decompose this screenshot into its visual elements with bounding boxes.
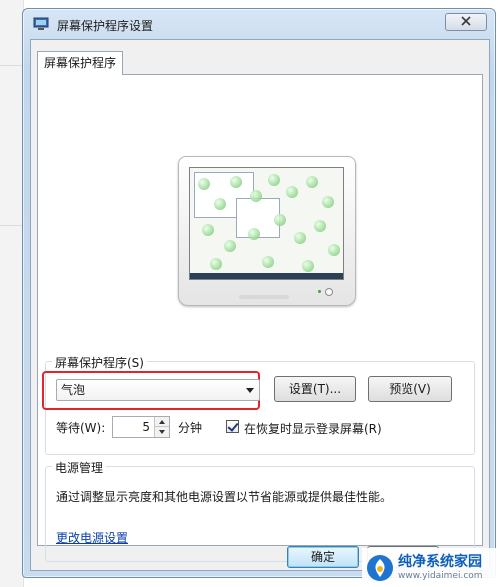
screensaver-select[interactable]: 气泡 [56, 379, 260, 401]
dialog-client-area: 屏幕保护程序 屏幕保护程序(S) 气泡 设置(T)... 预览(V) 等待(W)… [30, 39, 490, 571]
background-divider [0, 225, 24, 226]
power-group-title: 电源管理 [52, 459, 107, 476]
site-logo-icon [366, 554, 394, 582]
ok-button[interactable]: 确定 [287, 546, 359, 568]
tab-screensaver[interactable]: 屏幕保护程序 [37, 51, 124, 75]
watermark-title: 纯净系统家园 [398, 553, 482, 570]
bubble [322, 196, 334, 208]
monitor-preview [178, 156, 356, 306]
bubble [198, 178, 210, 190]
bubble [306, 176, 318, 188]
wait-label: 等待(W): [56, 421, 106, 435]
background-divider [0, 65, 24, 66]
close-button[interactable] [445, 13, 487, 31]
title-bar[interactable]: 屏幕保护程序设置 [23, 9, 495, 39]
settings-button[interactable]: 设置(T)... [274, 376, 356, 402]
arrow-down-icon [159, 430, 165, 434]
monitor-stand [239, 295, 289, 299]
stepper-buttons [154, 417, 169, 437]
bubble [294, 232, 306, 244]
power-button-icon [325, 288, 333, 296]
change-power-settings-link[interactable]: 更改电源设置 [56, 529, 128, 546]
stepper-up-button[interactable] [155, 417, 169, 427]
power-description: 通过调整显示亮度和其他电源设置以节省能源或提供最佳性能。 [56, 490, 393, 504]
bubble [224, 240, 236, 252]
bubble [214, 198, 226, 210]
arrow-up-icon [159, 419, 165, 424]
watermark-url: www.yidaimei.com [398, 570, 483, 581]
bubble [274, 214, 286, 226]
chevron-down-icon [246, 388, 254, 393]
screensaver-settings-dialog: 屏幕保护程序设置 屏幕保护程序 屏幕保护程序(S) 气泡 设置(T)... 预览… [22, 8, 496, 578]
bubble [230, 176, 242, 188]
power-led-icon [318, 290, 321, 293]
bubble [210, 258, 222, 270]
preview-taskbar [190, 273, 343, 279]
bubble [268, 174, 280, 186]
preview-screen [189, 167, 344, 280]
display-settings-icon [33, 17, 49, 31]
screensaver-selected-value: 气泡 [61, 383, 86, 397]
wait-stepper[interactable]: 5 [112, 416, 170, 438]
bubble [314, 220, 326, 232]
background-page [0, 0, 24, 587]
preview-button[interactable]: 预览(V) [368, 376, 452, 402]
bubble [328, 244, 340, 256]
bubble [248, 228, 260, 240]
tab-panel: 屏幕保护程序(S) 气泡 设置(T)... 预览(V) 等待(W): 5 分钟 [37, 74, 483, 562]
bubble [302, 260, 314, 272]
screensaver-group-title: 屏幕保护程序(S) [52, 354, 147, 371]
wait-unit: 分钟 [178, 421, 203, 435]
resume-logon-checkbox[interactable] [226, 420, 239, 433]
bubble [202, 224, 214, 236]
bubble [262, 256, 274, 268]
close-icon [461, 15, 471, 29]
stepper-down-button[interactable] [155, 427, 169, 437]
wait-value[interactable]: 5 [142, 420, 150, 434]
screensaver-group: 屏幕保护程序(S) 气泡 设置(T)... 预览(V) 等待(W): 5 分钟 [42, 354, 475, 455]
window-title: 屏幕保护程序设置 [57, 19, 154, 33]
resume-logon-label[interactable]: 在恢复时显示登录屏幕(R) [244, 420, 382, 437]
bubble [286, 186, 298, 198]
bubble [250, 190, 262, 202]
watermark: 纯净系统家园 www.yidaimei.com [362, 548, 498, 587]
